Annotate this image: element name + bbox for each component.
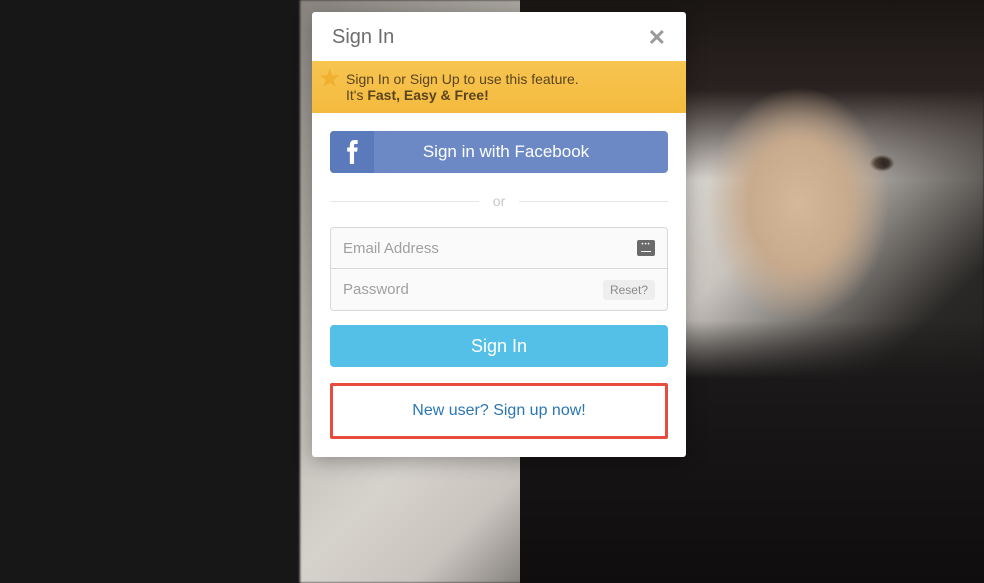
star-icon: ★	[318, 65, 346, 93]
promo-banner: ★ Sign In or Sign Up to use this feature…	[312, 61, 686, 113]
keyboard-icon	[637, 240, 655, 256]
divider-text: or	[493, 193, 505, 209]
password-field[interactable]: Password Reset?	[330, 269, 668, 311]
close-button[interactable]: ✕	[646, 27, 668, 49]
banner-text-bold: Fast, Easy & Free!	[367, 87, 488, 103]
banner-text-line2: It's Fast, Easy & Free!	[346, 87, 666, 103]
facebook-button-label: Sign in with Facebook	[374, 142, 668, 162]
facebook-icon	[330, 131, 374, 173]
modal-body: Sign in with Facebook or Email Address P…	[312, 113, 686, 367]
email-field[interactable]: Email Address	[330, 227, 668, 269]
modal-title: Sign In	[332, 26, 394, 49]
divider-line-left	[330, 201, 479, 202]
divider-line-right	[519, 201, 668, 202]
signin-button-label: Sign In	[471, 336, 527, 357]
background-left-panel	[0, 0, 300, 583]
credentials-group: Email Address Password Reset?	[330, 227, 668, 311]
signup-highlight-box: New user? Sign up now!	[330, 383, 668, 439]
signin-modal: Sign In ✕ ★ Sign In or Sign Up to use th…	[312, 12, 686, 457]
reset-password-link[interactable]: Reset?	[603, 280, 655, 300]
password-placeholder: Password	[343, 281, 603, 298]
banner-text-line1: Sign In or Sign Up to use this feature.	[346, 71, 666, 87]
email-placeholder: Email Address	[343, 240, 637, 257]
divider: or	[330, 193, 668, 209]
banner-text-prefix: It's	[346, 87, 367, 103]
modal-header: Sign In ✕	[312, 12, 686, 61]
signin-button[interactable]: Sign In	[330, 325, 668, 367]
facebook-signin-button[interactable]: Sign in with Facebook	[330, 131, 668, 173]
signup-link[interactable]: New user? Sign up now!	[412, 402, 585, 419]
